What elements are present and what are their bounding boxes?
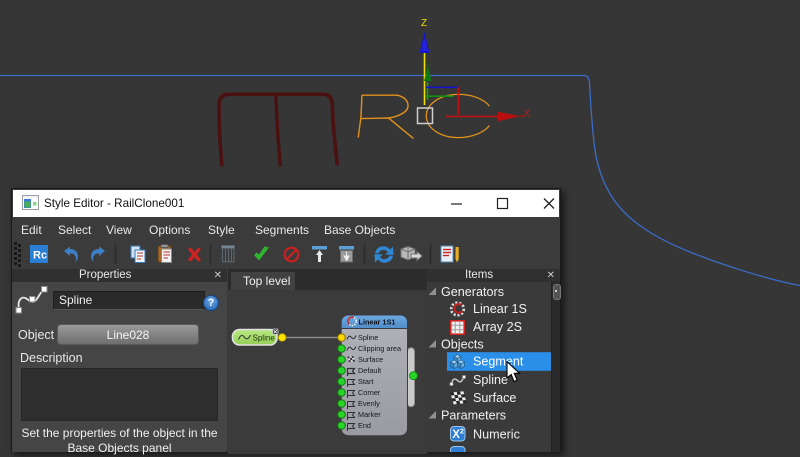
svg-text:Z: Z	[421, 18, 427, 29]
svg-text:End: End	[358, 421, 371, 430]
svg-text:Start: Start	[358, 377, 373, 386]
svg-text:Array 2S: Array 2S	[473, 320, 522, 334]
svg-text:Generators: Generators	[441, 285, 504, 299]
svg-text:Numeric: Numeric	[473, 427, 520, 441]
svg-text:Default: Default	[358, 366, 381, 375]
svg-text:Parameters: Parameters	[441, 408, 506, 422]
svg-text:Corner: Corner	[358, 388, 381, 397]
svg-text:Clipping area: Clipping area	[358, 344, 402, 353]
svg-text:Linear 1S1: Linear 1S1	[358, 317, 395, 326]
svg-text:Linear 1S: Linear 1S	[473, 302, 527, 316]
svg-text:Spline: Spline	[358, 333, 378, 342]
svg-text:Marker: Marker	[358, 410, 381, 419]
svg-text:Surface: Surface	[358, 355, 383, 364]
svg-text:Rc: Rc	[33, 250, 47, 262]
svg-text:2: 2	[460, 429, 464, 436]
svg-text:X: X	[524, 109, 531, 120]
svg-text:Objects: Objects	[441, 337, 484, 351]
svg-text:Evenly: Evenly	[358, 399, 380, 408]
svg-text:Spline: Spline	[252, 334, 275, 343]
svg-text:Spline: Spline	[473, 373, 508, 387]
svg-text:Surface: Surface	[473, 391, 516, 405]
svg-text:y: y	[426, 60, 431, 70]
svg-text:X: X	[452, 429, 460, 441]
